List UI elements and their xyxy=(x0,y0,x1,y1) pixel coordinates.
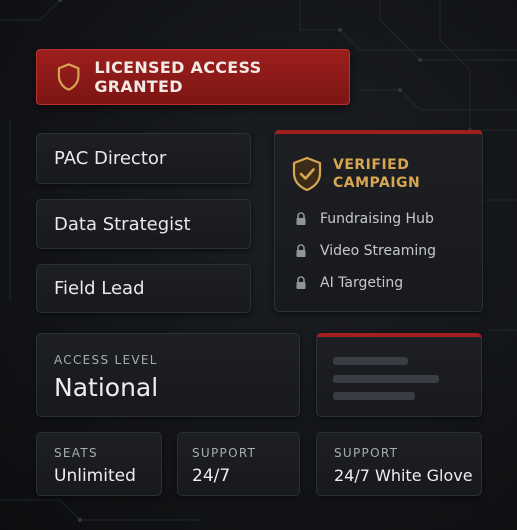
feature-label: AI Targeting xyxy=(320,275,404,291)
placeholder-bar xyxy=(333,375,439,383)
lock-icon xyxy=(296,212,306,225)
access-level-label: ACCESS LEVEL xyxy=(54,353,158,367)
feature-fundraising-hub: Fundraising Hub xyxy=(295,211,434,227)
seats-label: SEATS xyxy=(54,446,98,460)
verified-title-line2: CAMPAIGN xyxy=(333,175,421,191)
license-banner: LICENSED ACCESS GRANTED xyxy=(36,49,350,105)
verified-campaign-card: VERIFIED CAMPAIGN Fundraising Hub Video … xyxy=(274,130,483,312)
role-card-field-lead[interactable]: Field Lead xyxy=(36,264,251,313)
seats-value: Unlimited xyxy=(54,466,136,486)
support-value: 24/7 xyxy=(192,466,231,486)
role-label: Field Lead xyxy=(54,278,145,299)
feature-video-streaming: Video Streaming xyxy=(295,243,436,259)
support-label: SUPPORT xyxy=(192,446,257,460)
role-label: Data Strategist xyxy=(54,213,191,235)
access-level-value: National xyxy=(54,373,159,402)
role-card-data-strategist[interactable]: Data Strategist xyxy=(36,199,251,249)
shield-icon xyxy=(57,63,80,91)
shield-check-icon xyxy=(292,156,322,192)
role-label: PAC Director xyxy=(54,148,167,169)
feature-label: Video Streaming xyxy=(320,243,436,259)
placeholder-bar xyxy=(333,392,415,400)
support-label: SUPPORT xyxy=(334,446,399,460)
lock-icon xyxy=(296,244,306,257)
placeholder-card xyxy=(316,333,482,417)
support-card: SUPPORT 24/7 xyxy=(177,432,300,496)
feature-ai-targeting: AI Targeting xyxy=(295,275,403,291)
support-white-glove-value: 24/7 White Glove xyxy=(334,466,473,485)
verified-title-line1: VERIFIED xyxy=(333,157,410,173)
placeholder-bar xyxy=(333,357,408,365)
feature-label: Fundraising Hub xyxy=(320,211,434,227)
support-white-glove-card: SUPPORT 24/7 White Glove xyxy=(316,432,482,496)
access-level-card: ACCESS LEVEL National xyxy=(36,333,300,417)
verified-title: VERIFIED CAMPAIGN xyxy=(333,156,420,192)
seats-card: SEATS Unlimited xyxy=(36,432,162,496)
banner-text: LICENSED ACCESS GRANTED xyxy=(94,58,262,96)
role-card-pac-director[interactable]: PAC Director xyxy=(36,133,251,184)
lock-icon xyxy=(296,276,306,289)
